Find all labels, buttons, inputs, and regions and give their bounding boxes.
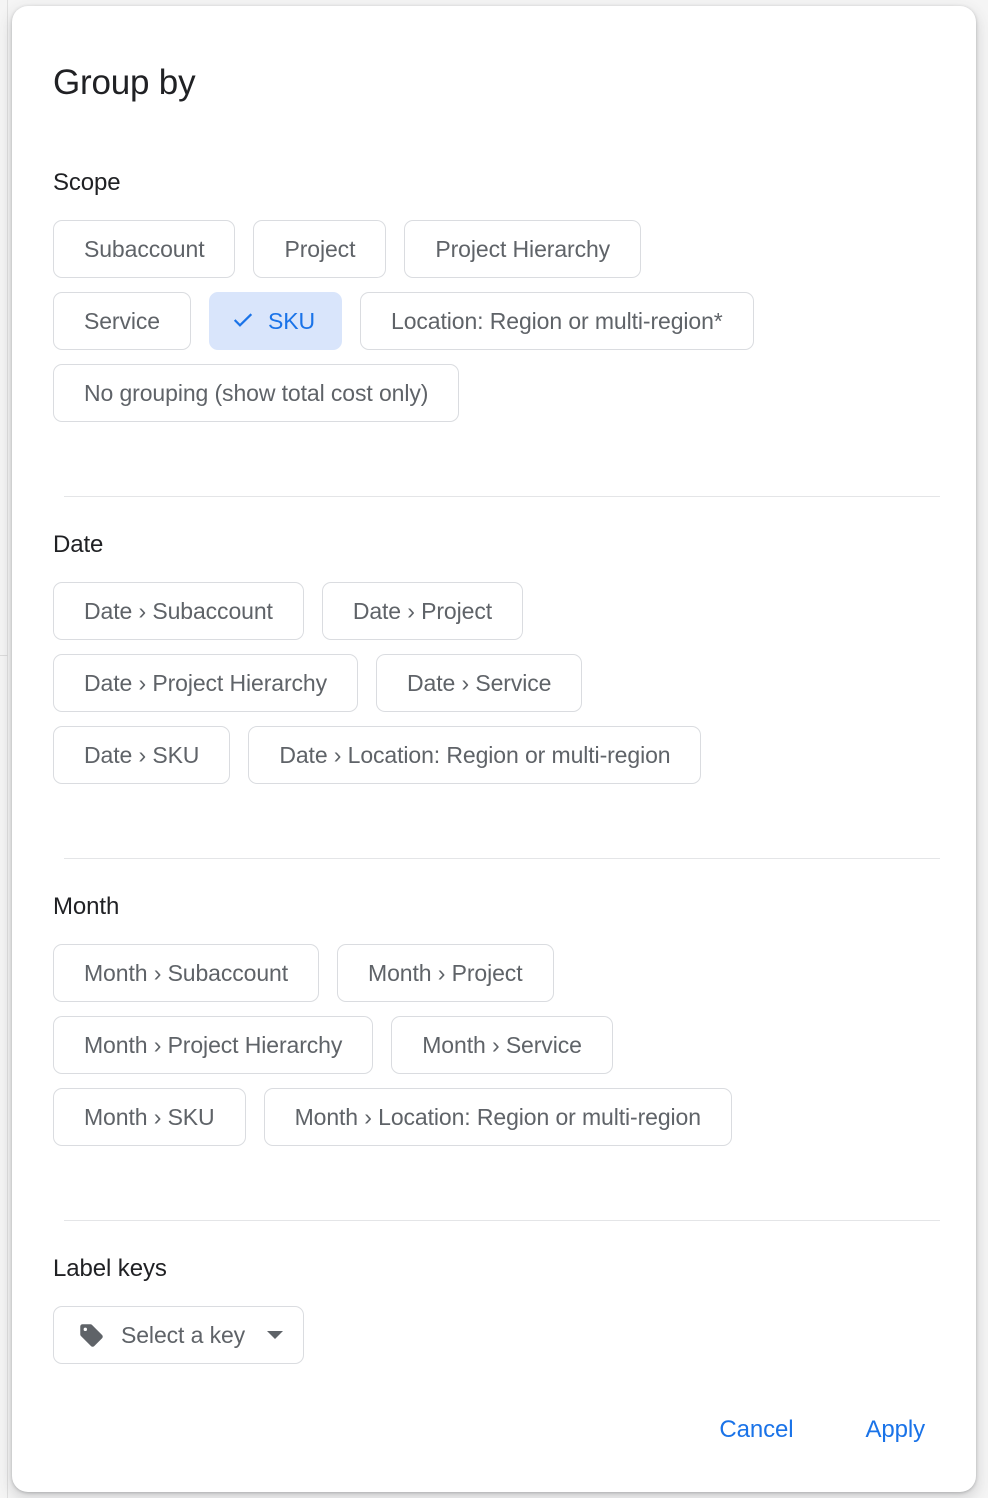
chip-label: Location: Region or multi-region*: [391, 308, 723, 334]
chip-label: Month › Subaccount: [84, 960, 289, 986]
chip-row: Date › Project Hierarchy Date › Service: [53, 654, 937, 712]
background-vertical-rule: [7, 0, 8, 1498]
chip-row: Month › SKU Month › Location: Region or …: [53, 1088, 937, 1146]
chip-date-location-region[interactable]: Date › Location: Region or multi-region: [248, 726, 702, 784]
scope-chip-group: Subaccount Project Project Hierarchy Ser…: [53, 220, 937, 422]
chip-label: Month › Service: [422, 1032, 582, 1058]
chip-location-region[interactable]: Location: Region or multi-region*: [360, 292, 754, 350]
chip-month-project[interactable]: Month › Project: [337, 944, 554, 1002]
label-key-select-text: Select a key: [121, 1321, 246, 1348]
chip-row: Service SKU Location: Region or multi-re…: [53, 292, 937, 350]
dialog-title: Group by: [53, 63, 196, 102]
chip-sku[interactable]: SKU: [209, 292, 342, 350]
dialog-footer: Cancel Apply: [53, 1410, 935, 1450]
chip-date-sku[interactable]: Date › SKU: [53, 726, 231, 784]
chip-label: Month › Project: [368, 960, 523, 986]
chip-label: No grouping (show total cost only): [84, 380, 429, 406]
check-icon: [230, 308, 256, 334]
background-horizontal-rule: [0, 655, 8, 656]
chip-date-service[interactable]: Date › Service: [376, 654, 583, 712]
chip-label: Subaccount: [84, 236, 205, 262]
chip-date-project-hierarchy[interactable]: Date › Project Hierarchy: [53, 654, 359, 712]
chip-project[interactable]: Project: [253, 220, 387, 278]
divider-scope-date: [64, 496, 940, 497]
chip-label: Project: [284, 236, 356, 262]
section-header-scope: Scope: [53, 169, 121, 196]
chip-label: Month › Location: Region or multi-region: [294, 1104, 701, 1130]
divider-month-labels: [64, 1220, 940, 1221]
chip-month-location-region[interactable]: Month › Location: Region or multi-region: [263, 1088, 732, 1146]
section-header-month: Month: [53, 893, 120, 920]
chip-label: Date › Project Hierarchy: [84, 670, 328, 696]
section-scope: Scope Subaccount Project Project Hierarc…: [53, 168, 937, 422]
chip-label: Date › Subaccount: [84, 598, 273, 624]
group-by-dialog: Group by Scope Subaccount Project Projec…: [12, 6, 976, 1492]
chip-label: Date › Project: [352, 598, 493, 624]
chip-service[interactable]: Service: [53, 292, 191, 350]
section-date: Date Date › Subaccount Date › Project Da…: [53, 530, 937, 784]
chip-no-grouping[interactable]: No grouping (show total cost only): [53, 364, 460, 422]
chip-row: No grouping (show total cost only): [53, 364, 937, 422]
chip-row: Date › Subaccount Date › Project: [53, 582, 937, 640]
chip-month-subaccount[interactable]: Month › Subaccount: [53, 944, 320, 1002]
chip-date-subaccount[interactable]: Date › Subaccount: [53, 582, 304, 640]
chip-label: Month › SKU: [84, 1104, 215, 1130]
apply-button[interactable]: Apply: [855, 1410, 935, 1450]
chip-project-hierarchy[interactable]: Project Hierarchy: [404, 220, 642, 278]
chip-label: Project Hierarchy: [435, 236, 611, 262]
chip-month-project-hierarchy[interactable]: Month › Project Hierarchy: [53, 1016, 374, 1074]
chevron-down-icon: [267, 1331, 284, 1339]
chip-subaccount[interactable]: Subaccount: [53, 220, 236, 278]
chip-row: Month › Subaccount Month › Project: [53, 944, 937, 1002]
label-key-select[interactable]: Select a key: [53, 1306, 305, 1364]
chip-month-service[interactable]: Month › Service: [391, 1016, 613, 1074]
section-label-keys: Label keys Select a key: [53, 1254, 937, 1364]
date-chip-group: Date › Subaccount Date › Project Date › …: [53, 582, 937, 784]
chip-label: Service: [84, 308, 160, 334]
month-chip-group: Month › Subaccount Month › Project Month…: [53, 944, 937, 1146]
section-header-date: Date: [53, 531, 104, 558]
chip-label: Date › Service: [407, 670, 552, 696]
chip-date-project[interactable]: Date › Project: [321, 582, 524, 640]
chip-row: Date › SKU Date › Location: Region or mu…: [53, 726, 937, 784]
divider-date-month: [64, 858, 940, 859]
tag-icon: [78, 1322, 105, 1349]
chip-label: Month › Project Hierarchy: [84, 1032, 343, 1058]
chip-label: SKU: [268, 308, 315, 334]
chip-month-sku[interactable]: Month › SKU: [53, 1088, 246, 1146]
chip-row: Subaccount Project Project Hierarchy: [53, 220, 937, 278]
chip-row: Month › Project Hierarchy Month › Servic…: [53, 1016, 937, 1074]
section-month: Month Month › Subaccount Month › Project…: [53, 892, 937, 1146]
cancel-button[interactable]: Cancel: [709, 1410, 803, 1450]
section-header-label-keys: Label keys: [53, 1255, 167, 1282]
chip-label: Date › SKU: [84, 742, 200, 768]
chip-label: Date › Location: Region or multi-region: [279, 742, 671, 768]
